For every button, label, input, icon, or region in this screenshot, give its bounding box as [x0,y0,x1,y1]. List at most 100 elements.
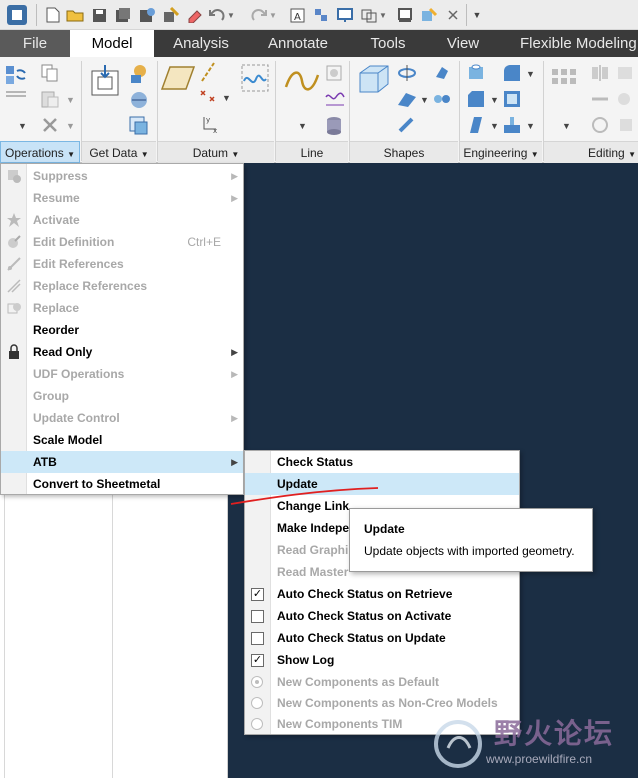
creo-app-icon[interactable] [6,4,28,26]
revolve-icon[interactable] [396,63,418,85]
menu-item-auto-check-update[interactable]: Auto Check Status on Update [245,627,519,649]
menu-item-udf-operations[interactable]: UDF Operations ▶ [1,363,243,385]
menu-item-show-log[interactable]: ✓ Show Log [245,649,519,671]
menu-item-edit-definition[interactable]: Edit Definition Ctrl+E [1,231,243,253]
menu-item-suppress[interactable]: Suppress ▶ [1,165,243,187]
tab-annotate[interactable]: Annotate [248,30,348,57]
operations-extra-dropdown-icon[interactable]: ▼ [18,121,27,131]
menu-item-read-only[interactable]: Read Only ▶ [1,341,243,363]
undo-dropdown-icon[interactable]: ▼ [226,6,236,24]
menu-item-convert-to-sheetmetal[interactable]: Convert to Sheetmetal [1,473,243,495]
radio-unselected[interactable] [251,718,263,730]
menu-item-replace-references[interactable]: Replace References [1,275,243,297]
editing-group-button[interactable]: Editing ▼ [544,141,638,163]
offset-icon[interactable] [590,115,612,137]
curve-icon[interactable] [284,65,320,101]
menu-item-reorder[interactable]: Reorder [1,319,243,341]
operations-group-button[interactable]: Operations ▼ [0,141,80,163]
delete-dropdown-icon[interactable]: ▼ [66,121,75,131]
close-window-icon[interactable] [444,6,462,24]
pattern-dropdown-icon[interactable]: ▼ [562,121,571,131]
regenerate-icon[interactable] [162,6,180,24]
swept-blend-icon[interactable] [396,115,418,137]
line-dropdown-icon[interactable]: ▼ [298,121,307,131]
copy-geometry-icon[interactable] [128,63,150,85]
erase-icon[interactable] [186,6,204,24]
user-defined-feature-icon[interactable] [88,63,124,99]
menu-item-scale-model[interactable]: Scale Model [1,429,243,451]
customize-toolbar-icon[interactable]: ▼ [470,6,484,24]
menu-item-auto-check-activate[interactable]: Auto Check Status on Activate [245,605,519,627]
select-icon[interactable] [360,6,378,24]
undo-icon[interactable] [208,6,226,24]
rotational-blend-icon[interactable] [432,89,454,111]
draft-icon[interactable] [466,115,488,137]
menu-item-check-status[interactable]: Check Status [245,451,519,473]
tab-analysis[interactable]: Analysis [154,30,248,57]
extend-icon[interactable] [590,89,612,111]
datum-point-icon[interactable] [198,87,220,109]
curve-from-cross-section-icon[interactable] [324,63,346,85]
menu-item-components-default[interactable]: New Components as Default [245,671,519,693]
window-icon[interactable] [336,6,354,24]
redo-dropdown-icon[interactable]: ▼ [268,6,278,24]
open-folder-icon[interactable] [66,6,84,24]
project-curve-icon[interactable] [324,115,346,137]
sweep-dropdown-icon[interactable]: ▼ [420,95,429,105]
backup-icon[interactable] [138,6,156,24]
regenerate-icon[interactable] [5,63,27,85]
round-icon[interactable] [502,63,524,85]
tab-model[interactable]: Model [70,30,154,57]
coordinate-system-icon[interactable]: yx [198,113,220,135]
new-file-icon[interactable] [44,6,62,24]
sweep-icon[interactable] [396,89,418,111]
copy-icon[interactable] [40,63,62,85]
get-data-group-button[interactable]: Get Data ▼ [82,141,156,163]
checkbox-unchecked[interactable] [251,610,264,623]
curve-from-equation-icon[interactable] [324,89,346,111]
checkbox-unchecked[interactable] [251,632,264,645]
mirror-icon[interactable] [590,63,612,85]
radio-selected[interactable] [251,676,263,688]
checkbox-checked[interactable]: ✓ [251,588,264,601]
annotation-text-icon[interactable]: A [288,6,306,24]
paste-dropdown-icon[interactable]: ▼ [66,95,75,105]
save-copy-icon[interactable] [114,6,132,24]
shell-icon[interactable] [502,89,524,111]
chamfer-dropdown-icon[interactable]: ▼ [490,95,499,105]
menu-item-activate[interactable]: Activate [1,209,243,231]
rib-dropdown-icon[interactable]: ▼ [526,121,535,131]
chamfer-icon[interactable] [466,89,488,111]
line-group-button[interactable]: Line [276,141,348,163]
trim-icon[interactable] [616,63,638,85]
tab-flexible-modeling[interactable]: Flexible Modeling [500,30,638,57]
datum-point-dropdown-icon[interactable]: ▼ [222,93,231,103]
window-close-icon[interactable] [396,6,414,24]
menu-item-update-control[interactable]: Update Control ▶ [1,407,243,429]
merge-icon[interactable] [616,89,638,111]
regenerate-list-icon[interactable] [5,89,27,99]
draft-dropdown-icon[interactable]: ▼ [490,121,499,131]
datum-axis-icon[interactable] [198,61,220,83]
radio-unselected[interactable] [251,697,263,709]
datum-group-button[interactable]: Datum ▼ [158,141,274,163]
blend-icon[interactable] [432,63,454,85]
merge-inheritance-icon[interactable] [128,115,150,137]
menu-item-auto-check-retrieve[interactable]: ✓ Auto Check Status on Retrieve [245,583,519,605]
extrude-icon[interactable] [356,63,392,99]
sketch-icon[interactable] [240,63,270,93]
menu-item-edit-references[interactable]: Edit References [1,253,243,275]
shapes-group-button[interactable]: Shapes [350,141,458,163]
shrinkwrap-icon[interactable] [128,89,150,111]
pattern-icon[interactable] [548,65,584,101]
intersect-icon[interactable] [616,115,638,137]
menu-item-resume[interactable]: Resume ▶ [1,187,243,209]
menu-item-atb[interactable]: ATB ▶ [1,451,243,473]
model-tree-icon[interactable] [420,6,438,24]
hole-icon[interactable] [466,63,488,85]
save-icon[interactable] [90,6,108,24]
engineering-group-button[interactable]: Engineering ▼ [460,141,542,163]
datum-plane-icon[interactable] [160,63,196,99]
checkbox-checked[interactable]: ✓ [251,654,264,667]
select-dropdown-icon[interactable]: ▼ [378,6,388,24]
